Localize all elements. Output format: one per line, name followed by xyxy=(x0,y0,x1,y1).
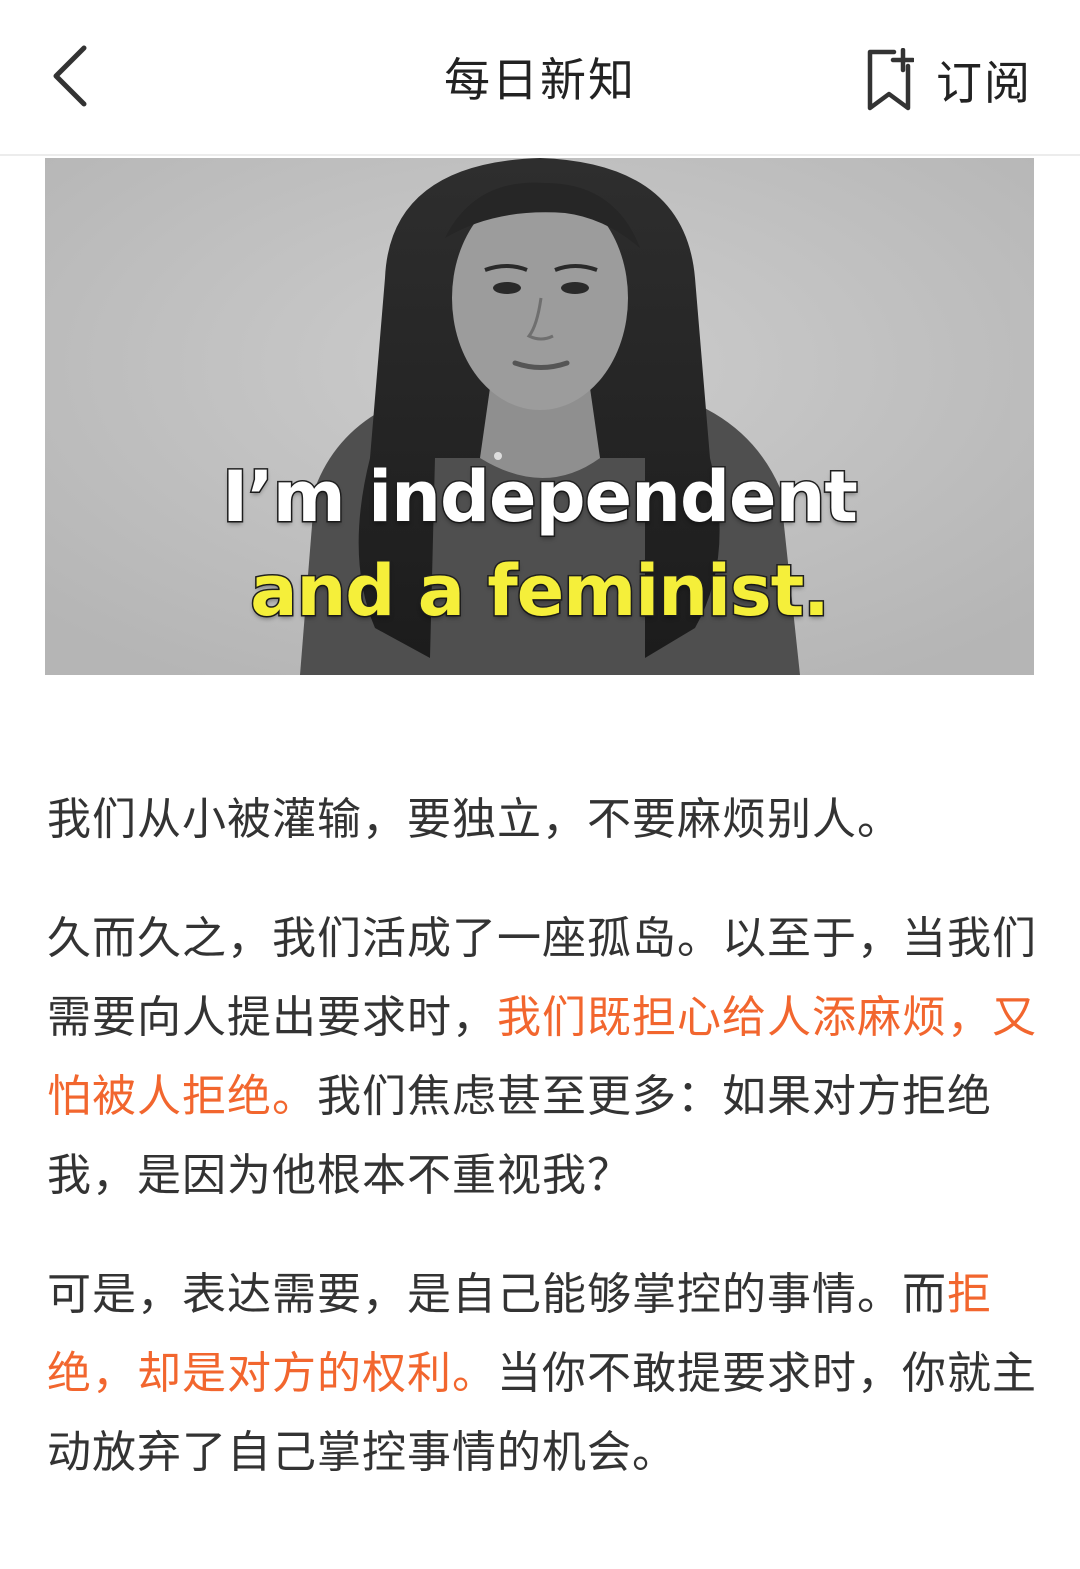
gif-caption-line-1: I’m independent xyxy=(221,455,860,540)
article-paragraph-1: 我们从小被灌输，要独立，不要麻烦别人。 xyxy=(47,780,1037,859)
paragraph-text: 我们从小被灌输，要独立，不要麻烦别人。 xyxy=(47,794,902,845)
article-hero-image: I’m independent and a feminist. xyxy=(45,158,1034,675)
article-body: 我们从小被灌输，要独立，不要麻烦别人。 久而久之，我们活成了一座孤岛。以至于，当… xyxy=(47,780,1037,1492)
subscribe-label: 订阅 xyxy=(936,56,1032,110)
subscribe-button[interactable]: 订阅 xyxy=(864,40,1032,120)
article-paragraph-2: 久而久之，我们活成了一座孤岛。以至于，当我们需要向人提出要求时，我们既担心给人添… xyxy=(47,899,1037,1215)
gif-caption-line-2: and a feminist. xyxy=(249,549,832,634)
article-paragraph-3: 可是，表达需要，是自己能够掌控的事情。而拒绝，却是对方的权利。当你不敢提要求时，… xyxy=(47,1255,1037,1492)
top-navigation-bar: 每日新知 订阅 xyxy=(0,0,1080,156)
paragraph-text: 可是，表达需要，是自己能够掌控的事情。而 xyxy=(47,1269,947,1320)
bookmark-add-icon xyxy=(864,48,914,112)
